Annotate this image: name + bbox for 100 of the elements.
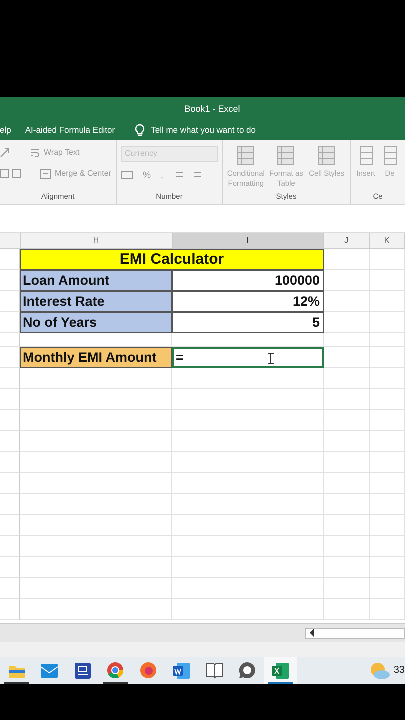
empty-cell[interactable] <box>172 578 324 599</box>
empty-cell[interactable] <box>370 389 405 410</box>
empty-cell[interactable] <box>172 431 324 452</box>
empty-cell[interactable] <box>324 536 370 557</box>
empty-cell[interactable] <box>324 333 370 347</box>
empty-cell[interactable] <box>370 578 405 599</box>
empty-cell[interactable] <box>370 249 405 270</box>
empty-cell[interactable] <box>324 431 370 452</box>
empty-cell[interactable] <box>324 312 370 333</box>
row-header[interactable] <box>0 578 20 599</box>
row-header[interactable] <box>0 557 20 578</box>
value-cell: 12% <box>172 291 324 312</box>
empty-cell[interactable] <box>172 494 324 515</box>
wrap-icon <box>30 148 40 158</box>
wrap-text-button[interactable]: Wrap Text <box>30 148 80 158</box>
empty-cell[interactable] <box>20 515 172 536</box>
empty-cell[interactable] <box>324 270 370 291</box>
horizontal-scrollbar[interactable] <box>305 628 405 638</box>
row-header[interactable] <box>0 494 20 515</box>
row-header[interactable] <box>0 431 20 452</box>
active-cell[interactable]: = <box>172 347 324 368</box>
row-header[interactable] <box>0 368 20 389</box>
empty-cell[interactable] <box>370 536 405 557</box>
decimal-icon[interactable] <box>174 170 204 180</box>
empty-cell[interactable] <box>20 431 172 452</box>
menu-tab[interactable]: AI-aided Formula Editor <box>25 125 116 135</box>
empty-cell[interactable] <box>172 473 324 494</box>
empty-cell[interactable] <box>370 452 405 473</box>
row-header[interactable] <box>0 515 20 536</box>
empty-cell[interactable] <box>324 494 370 515</box>
empty-cell[interactable] <box>20 389 172 410</box>
empty-cell[interactable] <box>324 578 370 599</box>
empty-cell[interactable] <box>20 494 172 515</box>
empty-cell[interactable] <box>172 599 324 620</box>
row-header[interactable] <box>0 536 20 557</box>
empty-cell[interactable] <box>20 410 172 431</box>
search-field[interactable]: Tell me what you want to do <box>151 125 256 135</box>
row-header[interactable] <box>0 333 20 347</box>
empty-cell[interactable] <box>20 452 172 473</box>
scroll-left-icon <box>309 629 315 637</box>
empty-cell[interactable] <box>20 578 172 599</box>
empty-cell[interactable] <box>370 431 405 452</box>
empty-cell[interactable] <box>370 291 405 312</box>
empty-cell[interactable] <box>324 347 370 368</box>
empty-cell[interactable] <box>370 494 405 515</box>
empty-cell[interactable] <box>172 333 324 347</box>
empty-cell[interactable] <box>172 557 324 578</box>
empty-cell[interactable] <box>172 536 324 557</box>
empty-cell[interactable] <box>324 515 370 536</box>
temperature-text: 33 <box>394 665 405 676</box>
empty-cell[interactable] <box>20 557 172 578</box>
empty-cell[interactable] <box>370 515 405 536</box>
title-cell: EMI Calculator <box>20 249 324 270</box>
empty-cell[interactable] <box>20 536 172 557</box>
empty-cell[interactable] <box>370 473 405 494</box>
empty-cell[interactable] <box>324 473 370 494</box>
merge-center-button[interactable]: Merge & Center <box>40 168 112 178</box>
taskbar-button[interactable] <box>264 657 297 684</box>
row-header[interactable] <box>0 410 20 431</box>
empty-cell[interactable] <box>370 368 405 389</box>
empty-cell[interactable] <box>172 410 324 431</box>
empty-cell[interactable] <box>324 410 370 431</box>
empty-cell[interactable] <box>172 389 324 410</box>
empty-cell[interactable] <box>370 557 405 578</box>
empty-cell[interactable] <box>324 291 370 312</box>
text-cursor-icon <box>268 353 274 364</box>
empty-cell[interactable] <box>172 515 324 536</box>
row-header[interactable] <box>0 452 20 473</box>
row-header[interactable] <box>0 599 20 620</box>
empty-cell[interactable] <box>370 599 405 620</box>
column-header[interactable]: I <box>172 233 324 248</box>
empty-cell[interactable] <box>370 270 405 291</box>
orientation-icon[interactable] <box>0 148 12 158</box>
empty-cell[interactable] <box>324 452 370 473</box>
empty-cell[interactable] <box>20 599 172 620</box>
table-icon <box>235 146 258 166</box>
empty-cell[interactable] <box>370 410 405 431</box>
menu-tab[interactable]: elp <box>0 125 12 135</box>
column-header[interactable]: J <box>324 233 370 248</box>
empty-cell[interactable] <box>20 368 172 389</box>
document-icon <box>173 662 190 678</box>
row-header[interactable] <box>0 389 20 410</box>
indent-icon[interactable] <box>0 168 22 178</box>
empty-cell[interactable] <box>370 333 405 347</box>
column-header[interactable]: K <box>370 233 405 248</box>
empty-cell[interactable] <box>172 368 324 389</box>
empty-cell[interactable] <box>324 557 370 578</box>
empty-cell[interactable] <box>172 452 324 473</box>
empty-cell[interactable] <box>370 312 405 333</box>
empty-cell[interactable] <box>324 389 370 410</box>
empty-cell[interactable] <box>324 368 370 389</box>
empty-cell[interactable] <box>20 473 172 494</box>
empty-cell[interactable] <box>324 599 370 620</box>
currency-icon[interactable] <box>121 170 133 180</box>
merge-icon <box>40 168 51 178</box>
percent-button[interactable]: % <box>143 170 152 180</box>
comma-button[interactable]: , <box>161 170 164 180</box>
label-cell: Loan Amount <box>20 270 172 291</box>
empty-cell[interactable] <box>370 347 405 368</box>
row-header[interactable] <box>0 473 20 494</box>
